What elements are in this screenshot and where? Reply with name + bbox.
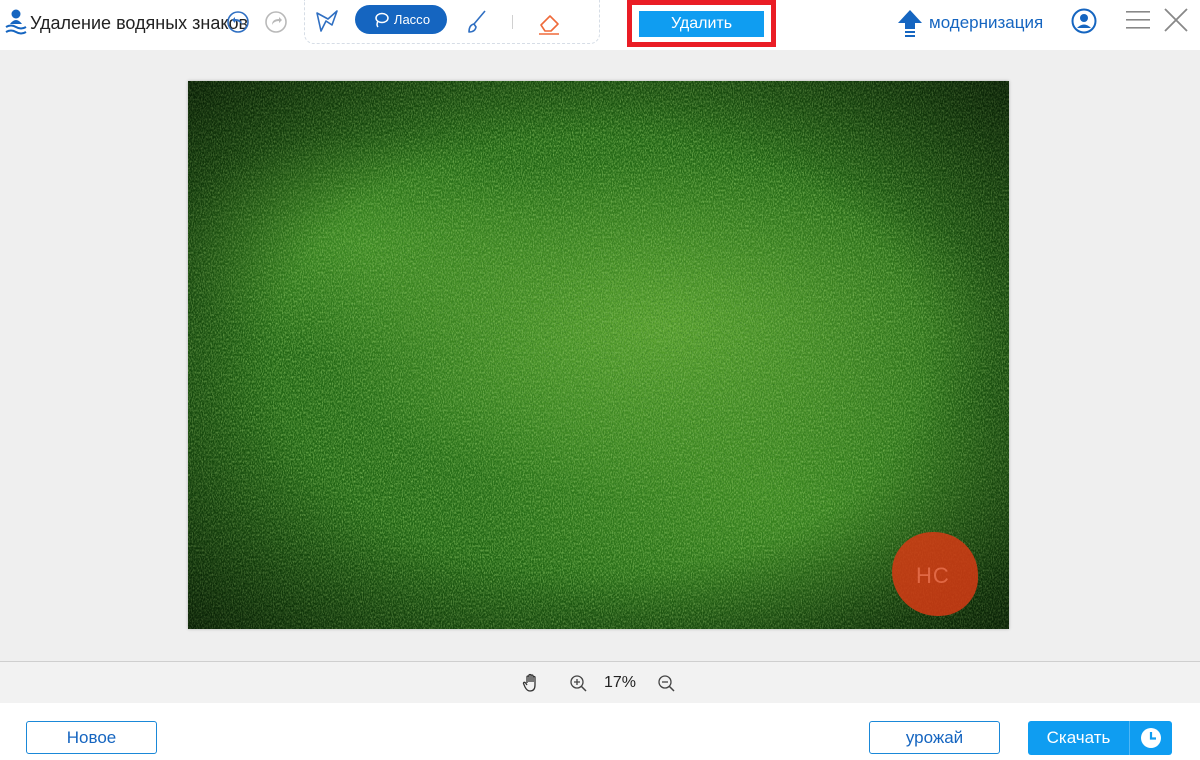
hand-icon[interactable] bbox=[521, 673, 541, 693]
tool-divider bbox=[512, 15, 513, 29]
download-button-group: Скачать bbox=[1028, 721, 1172, 755]
upgrade-arrow-icon bbox=[898, 10, 922, 37]
zoom-in-icon[interactable] bbox=[569, 674, 588, 693]
top-toolbar: Удаление водяных знаков Лассо Удалить мо… bbox=[0, 0, 1200, 50]
upgrade-label: модернизация bbox=[929, 13, 1044, 32]
grass-photo[interactable]: HC bbox=[188, 81, 1009, 629]
grass-texture bbox=[188, 81, 1009, 629]
new-button[interactable]: Новое bbox=[26, 721, 157, 754]
brush-icon[interactable] bbox=[463, 7, 491, 37]
watermark-text: HC bbox=[916, 563, 950, 588]
redo-icon[interactable] bbox=[265, 11, 287, 33]
crop-button[interactable]: урожай bbox=[869, 721, 1000, 754]
selection-tools: Лассо bbox=[304, 0, 600, 44]
upgrade-link[interactable]: модернизация bbox=[897, 8, 1043, 38]
zoom-out-icon[interactable] bbox=[657, 674, 676, 693]
zoom-bar: 17% bbox=[0, 661, 1200, 703]
eraser-icon[interactable] bbox=[535, 7, 563, 37]
watermark-remover-logo-icon bbox=[5, 9, 27, 35]
app-title: Удаление водяных знаков bbox=[30, 13, 249, 33]
polygon-select-icon[interactable] bbox=[313, 7, 341, 37]
zoom-level: 17% bbox=[604, 674, 637, 691]
lasso-tool-button[interactable]: Лассо bbox=[355, 5, 447, 34]
lasso-icon bbox=[375, 12, 389, 28]
download-button[interactable]: Скачать bbox=[1028, 721, 1129, 755]
bottom-action-bar: Новое урожай Скачать bbox=[0, 703, 1200, 760]
lasso-tool-label: Лассо bbox=[393, 12, 431, 27]
clock-icon bbox=[1141, 728, 1161, 748]
delete-highlight-frame: Удалить bbox=[627, 0, 776, 47]
account-icon[interactable] bbox=[1071, 8, 1097, 34]
editor-canvas[interactable]: HC bbox=[0, 50, 1200, 661]
delete-button[interactable]: Удалить bbox=[639, 11, 764, 37]
download-history-button[interactable] bbox=[1130, 721, 1172, 755]
close-icon[interactable] bbox=[1163, 7, 1189, 33]
undo-icon[interactable] bbox=[227, 11, 249, 33]
menu-icon[interactable] bbox=[1125, 9, 1151, 31]
